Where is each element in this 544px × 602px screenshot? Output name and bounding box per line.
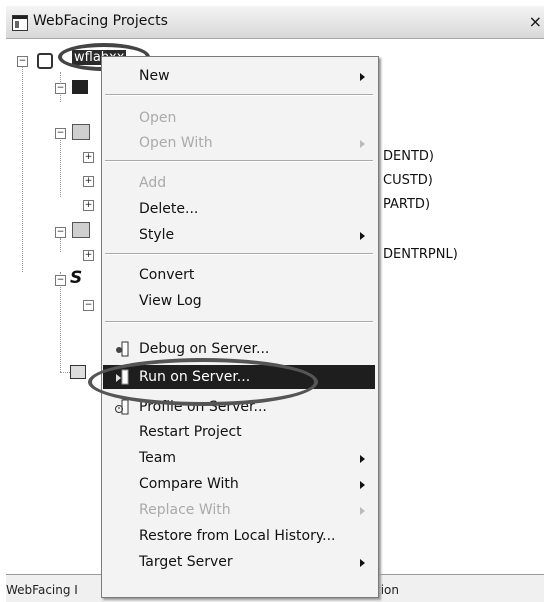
status-text-right: tion [376,583,399,597]
submenu-arrow-icon [360,455,365,463]
run-on-server-highlight-ring [88,358,318,406]
submenu-arrow-icon [360,73,365,81]
tree-item-fragment: PARTD) [383,197,431,212]
tree-line [22,62,23,272]
menu-item-convert[interactable]: Convert [103,263,375,287]
server-config-icon [70,365,86,379]
project-icon [37,53,53,69]
menu-separator [105,94,373,96]
menu-item-label: Open With [139,135,213,151]
submenu-arrow-icon [360,507,365,515]
tree-toggle[interactable]: + [83,250,94,261]
tree-toggle[interactable]: − [55,275,66,286]
menu-item-label: Replace With [139,502,231,518]
tree-line [60,238,61,252]
menu-item-label: Debug on Server... [139,341,270,357]
menu-item-label: Restart Project [139,424,242,440]
tree-toggle[interactable]: + [83,152,94,163]
tree-line [60,272,61,372]
tree-item-fragment: DENTD) [383,149,434,164]
tree-toggle[interactable]: + [83,176,94,187]
menu-item-replace-with[interactable]: Replace With [103,498,375,522]
menu-item-new[interactable]: New [103,64,375,88]
view-title-bar: WebFacing Projects × [6,6,544,39]
menu-item-debug-on-server[interactable]: Debug on Server... [103,337,375,361]
menu-item-delete[interactable]: Delete... [103,197,375,221]
folder-icon [72,222,90,238]
status-text-left: WebFacing I [6,583,78,597]
menu-item-view-log[interactable]: View Log [103,289,375,313]
folder-icon [72,124,90,140]
tree-item-fragment: DENTRPNL) [383,247,458,262]
menu-separator [105,160,373,162]
menu-item-restore-from-local-history[interactable]: Restore from Local History... [103,524,375,548]
menu-item-label: Target Server [139,554,233,570]
menu-separator [105,321,373,323]
menu-item-label: Restore from Local History... [139,528,336,544]
menu-item-label: View Log [139,293,202,309]
menu-item-style[interactable]: Style [103,223,375,247]
menu-item-label: Team [139,450,177,466]
menu-item-restart-project[interactable]: Restart Project [103,420,375,444]
view-icon [12,15,28,31]
tree-item-fragment: CUSTD) [383,173,433,188]
menu-item-label: Delete... [139,201,199,217]
root-collapse-toggle[interactable]: − [17,56,28,67]
menu-item-add[interactable]: Add [103,171,375,195]
folder-icon [72,80,88,94]
tree-line [60,135,61,197]
menu-item-open-with[interactable]: Open With [103,131,375,155]
menu-item-label: Compare With [139,476,239,492]
submenu-arrow-icon [360,481,365,489]
submenu-arrow-icon [360,232,365,240]
submenu-arrow-icon [360,559,365,567]
server-s-icon: S [70,268,83,288]
context-menu: New Open Open With Add Delete... Style C… [101,56,379,598]
menu-item-label: New [139,68,170,84]
menu-item-team[interactable]: Team [103,446,375,470]
menu-item-compare-with[interactable]: Compare With [103,472,375,496]
tree-toggle[interactable]: + [83,200,94,211]
tree-toggle[interactable]: − [55,227,66,238]
profile-server-icon [115,399,131,415]
menu-item-label: Add [139,175,167,191]
menu-item-label: Open [139,110,177,126]
submenu-arrow-icon [360,140,365,148]
tree-toggle[interactable]: − [55,128,66,139]
menu-separator [105,253,373,255]
tree-toggle[interactable]: − [83,300,94,311]
close-button[interactable]: × [529,12,542,31]
debug-server-icon [115,341,131,357]
menu-item-label: Style [139,227,175,243]
menu-item-target-server[interactable]: Target Server [103,550,375,574]
view-title: WebFacing Projects [33,13,168,29]
tree-toggle[interactable]: − [55,83,66,94]
menu-item-open[interactable]: Open [103,106,375,130]
menu-item-label: Convert [139,267,195,283]
